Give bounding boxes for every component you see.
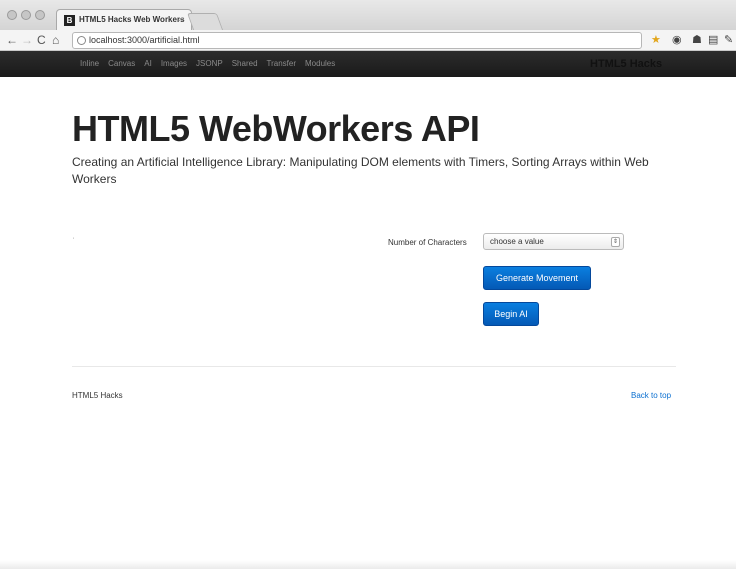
generate-movement-button[interactable]: Generate Movement	[483, 266, 591, 290]
back-to-top-link[interactable]: Back to top	[631, 391, 671, 400]
number-of-characters-label: Number of Characters	[388, 238, 467, 247]
nav-link-ai[interactable]: AI	[144, 51, 152, 77]
nav-links: Inline Canvas AI Images JSONP Shared Tra…	[80, 51, 335, 77]
wrench-icon[interactable]: ✎	[724, 33, 733, 47]
extension-icon[interactable]: ☗	[692, 33, 702, 47]
reload-icon[interactable]: C	[37, 32, 46, 48]
nav-link-canvas[interactable]: Canvas	[108, 51, 135, 77]
url-text: localhost:3000/artificial.html	[89, 35, 200, 45]
star-icon[interactable]: ★	[651, 33, 661, 47]
number-of-characters-select[interactable]: choose a value ⇕	[483, 233, 624, 250]
zoom-window-button[interactable]	[35, 10, 45, 20]
extension-icon[interactable]: ◉	[672, 33, 682, 47]
nav-link-jsonp[interactable]: JSONP	[196, 51, 223, 77]
footer-divider	[72, 366, 676, 367]
select-value: choose a value	[490, 237, 544, 246]
nav-link-images[interactable]: Images	[161, 51, 187, 77]
page-title: HTML5 WebWorkers API	[72, 108, 480, 149]
forward-arrow-icon[interactable]: →	[21, 32, 33, 48]
address-bar[interactable]: localhost:3000/artificial.html	[72, 32, 642, 49]
nav-link-modules[interactable]: Modules	[305, 51, 335, 77]
tab-favicon-icon: B	[64, 15, 75, 26]
minimize-window-button[interactable]	[21, 10, 31, 20]
browser-tab[interactable]: B HTML5 Hacks Web Workers ×	[56, 9, 192, 30]
page-subtitle: Creating an Artificial Intelligence Libr…	[72, 155, 649, 186]
site-navbar: Inline Canvas AI Images JSONP Shared Tra…	[0, 51, 736, 77]
window-titlebar: B HTML5 Hacks Web Workers ×	[0, 0, 736, 30]
begin-ai-button[interactable]: Begin AI	[483, 302, 539, 326]
nav-link-inline[interactable]: Inline	[80, 51, 99, 77]
back-arrow-icon[interactable]: ←	[6, 32, 18, 48]
nav-link-transfer[interactable]: Transfer	[267, 51, 297, 77]
home-icon[interactable]: ⌂	[52, 32, 59, 48]
window-bottom-edge	[0, 560, 736, 569]
page-info-icon[interactable]	[77, 36, 86, 45]
new-tab-button[interactable]	[186, 13, 224, 30]
tab-close-icon[interactable]: ×	[178, 10, 183, 30]
extension-icon[interactable]: ▤	[708, 33, 718, 47]
character-stage-marker: '	[73, 238, 75, 244]
browser-toolbar: ← → C ⌂ localhost:3000/artificial.html ★…	[0, 30, 736, 51]
nav-link-shared[interactable]: Shared	[232, 51, 258, 77]
tab-title: HTML5 Hacks Web Workers	[79, 15, 185, 24]
close-window-button[interactable]	[7, 10, 17, 20]
footer-brand: HTML5 Hacks	[72, 391, 123, 400]
select-arrows-icon: ⇕	[611, 237, 620, 247]
brand-link[interactable]: HTML5 Hacks	[590, 51, 662, 78]
